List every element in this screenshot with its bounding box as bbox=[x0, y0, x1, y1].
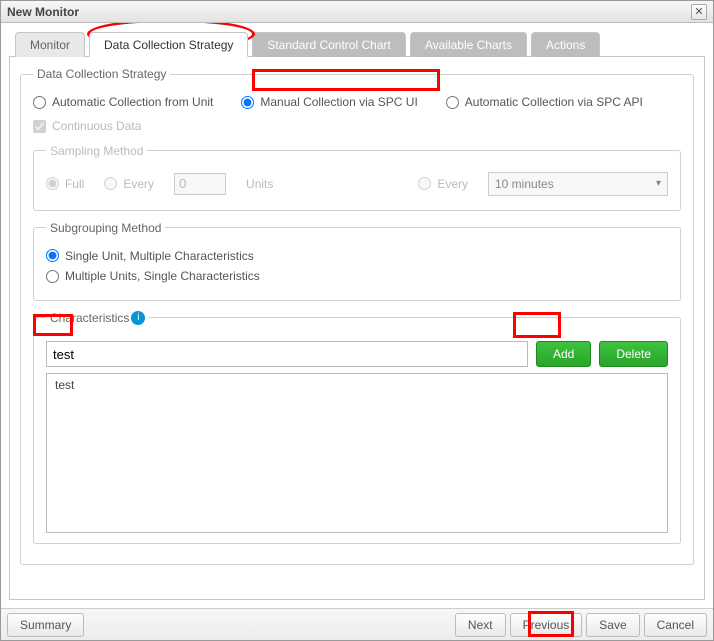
radio-manual-spc-input[interactable] bbox=[241, 96, 254, 109]
previous-button[interactable]: Previous bbox=[510, 613, 583, 637]
input-every-units bbox=[174, 173, 226, 195]
group-data-collection: Data Collection Strategy Automatic Colle… bbox=[20, 67, 694, 565]
radio-multi-single[interactable]: Multiple Units, Single Characteristics bbox=[46, 269, 260, 283]
window-title: New Monitor bbox=[7, 5, 79, 19]
radio-sampling-every-time: Every bbox=[418, 177, 468, 191]
close-icon[interactable]: ✕ bbox=[691, 4, 707, 20]
cancel-button[interactable]: Cancel bbox=[644, 613, 707, 637]
group-subgrouping: Subgrouping Method Single Unit, Multiple… bbox=[33, 221, 681, 301]
subgrouping-title: Subgrouping Method bbox=[46, 221, 165, 235]
radio-auto-api[interactable]: Automatic Collection via SPC API bbox=[446, 95, 643, 109]
checkbox-continuous-input bbox=[33, 120, 46, 133]
delete-button[interactable]: Delete bbox=[599, 341, 668, 367]
list-item[interactable]: test bbox=[47, 374, 667, 396]
next-button[interactable]: Next bbox=[455, 613, 506, 637]
select-interval: 10 minutes ▾ bbox=[488, 172, 668, 196]
group-title: Data Collection Strategy bbox=[33, 67, 170, 81]
characteristics-list[interactable]: test bbox=[46, 373, 668, 533]
chevron-down-icon: ▾ bbox=[656, 178, 661, 189]
save-button[interactable]: Save bbox=[586, 613, 639, 637]
group-sampling: Sampling Method Full Every Units bbox=[33, 144, 681, 211]
sampling-title: Sampling Method bbox=[46, 144, 147, 158]
radio-auto-unit-input[interactable] bbox=[33, 96, 46, 109]
radio-auto-api-input[interactable] bbox=[446, 96, 459, 109]
tab-actions[interactable]: Actions bbox=[531, 32, 600, 57]
units-suffix: Units bbox=[246, 177, 273, 191]
tab-monitor[interactable]: Monitor bbox=[15, 32, 85, 57]
radio-sampling-full: Full bbox=[46, 177, 84, 191]
radio-sampling-every-units: Every bbox=[104, 177, 154, 191]
summary-button[interactable]: Summary bbox=[7, 613, 84, 637]
radio-auto-unit[interactable]: Automatic Collection from Unit bbox=[33, 95, 213, 109]
radio-single-multi[interactable]: Single Unit, Multiple Characteristics bbox=[46, 249, 254, 263]
characteristic-input[interactable] bbox=[46, 341, 528, 367]
checkbox-continuous: Continuous Data bbox=[33, 119, 141, 133]
info-icon[interactable]: i bbox=[131, 311, 145, 325]
characteristics-title: Characteristicsi bbox=[46, 311, 149, 326]
radio-manual-spc[interactable]: Manual Collection via SPC UI bbox=[241, 95, 417, 109]
tab-available-charts[interactable]: Available Charts bbox=[410, 32, 527, 57]
add-button[interactable]: Add bbox=[536, 341, 591, 367]
tab-standard-chart[interactable]: Standard Control Chart bbox=[252, 32, 405, 57]
tab-data-collection[interactable]: Data Collection Strategy bbox=[89, 32, 248, 57]
group-characteristics: Characteristicsi Add Delete test bbox=[33, 311, 681, 545]
